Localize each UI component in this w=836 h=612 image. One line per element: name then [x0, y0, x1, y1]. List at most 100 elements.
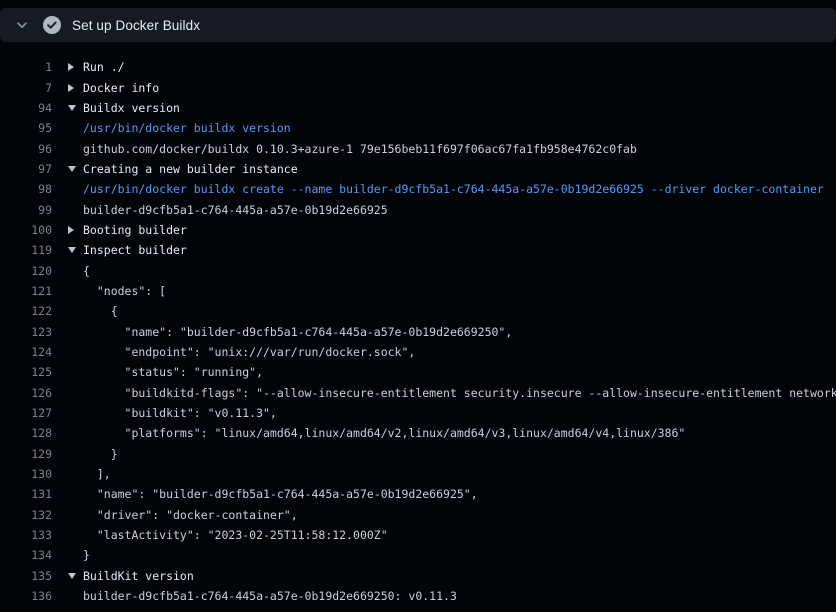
log-line: 131 "name": "builder-d9cfb5a1-c764-445a-…	[0, 484, 836, 504]
line-content: Docker info	[52, 81, 836, 95]
output-text: "buildkit": "v0.11.3",	[83, 406, 277, 420]
log-group-row[interactable]: 100 Booting builder	[0, 220, 836, 240]
log-group-row[interactable]: 1 Run ./	[0, 57, 836, 77]
line-content: "status": "running",	[52, 365, 836, 379]
output-text: }	[83, 548, 90, 562]
log-line: 96github.com/docker/buildx 0.10.3+azure-…	[0, 138, 836, 158]
line-number[interactable]: 128	[0, 426, 52, 440]
log-line: 98/usr/bin/docker buildx create --name b…	[0, 179, 836, 199]
line-number[interactable]: 136	[0, 589, 52, 603]
line-number[interactable]: 134	[0, 548, 52, 562]
line-number[interactable]: 119	[0, 243, 52, 257]
line-number[interactable]: 129	[0, 447, 52, 461]
log-group-row[interactable]: 119 Inspect builder	[0, 240, 836, 260]
group-title: Run ./	[83, 60, 125, 74]
log-line: 127 "buildkit": "v0.11.3",	[0, 403, 836, 423]
group-title: Inspect builder	[83, 243, 187, 257]
line-number[interactable]: 122	[0, 304, 52, 318]
step-title: Set up Docker Buildx	[72, 18, 200, 33]
output-text: "lastActivity": "2023-02-25T11:58:12.000…	[83, 528, 388, 542]
triangle-expanded-icon[interactable]	[68, 247, 76, 253]
line-content: /usr/bin/docker buildx version	[52, 121, 836, 135]
log-group-row[interactable]: 135 BuildKit version	[0, 566, 836, 586]
line-content: {	[52, 264, 836, 278]
output-text: "driver": "docker-container",	[83, 508, 298, 522]
line-content: builder-d9cfb5a1-c764-445a-a57e-0b19d2e6…	[52, 589, 836, 603]
log-line: 95/usr/bin/docker buildx version	[0, 118, 836, 138]
line-number[interactable]: 135	[0, 569, 52, 583]
line-number[interactable]: 99	[0, 203, 52, 217]
line-number[interactable]: 94	[0, 101, 52, 115]
line-number[interactable]: 126	[0, 386, 52, 400]
triangle-expanded-icon[interactable]	[68, 166, 76, 172]
output-text: "endpoint": "unix:///var/run/docker.sock…	[83, 345, 415, 359]
group-title: Buildx version	[83, 101, 180, 115]
triangle-collapsed-icon[interactable]	[68, 226, 74, 234]
line-content: "buildkitd-flags": "--allow-insecure-ent…	[52, 386, 836, 400]
line-number[interactable]: 95	[0, 121, 52, 135]
output-text: "buildkitd-flags": "--allow-insecure-ent…	[83, 386, 836, 400]
line-number[interactable]: 125	[0, 365, 52, 379]
group-toggle[interactable]	[68, 84, 83, 92]
line-content: "lastActivity": "2023-02-25T11:58:12.000…	[52, 528, 836, 542]
line-content: Inspect builder	[52, 243, 836, 257]
log-line: 121 "nodes": [	[0, 281, 836, 301]
triangle-collapsed-icon[interactable]	[68, 84, 74, 92]
line-content: {	[52, 304, 836, 318]
log-group-row[interactable]: 7 Docker info	[0, 77, 836, 97]
line-number[interactable]: 127	[0, 406, 52, 420]
group-toggle[interactable]	[68, 166, 83, 172]
line-number[interactable]: 96	[0, 142, 52, 156]
group-toggle[interactable]	[68, 247, 83, 253]
line-content: "nodes": [	[52, 284, 836, 298]
output-text: {	[83, 264, 90, 278]
group-title: Docker info	[83, 81, 159, 95]
log-line: 134}	[0, 545, 836, 565]
line-content: "buildkit": "v0.11.3",	[52, 406, 836, 420]
line-content: }	[52, 548, 836, 562]
group-title: Booting builder	[83, 223, 187, 237]
line-number[interactable]: 130	[0, 467, 52, 481]
log-group-row[interactable]: 97Creating a new builder instance	[0, 159, 836, 179]
line-content: "endpoint": "unix:///var/run/docker.sock…	[52, 345, 836, 359]
line-number[interactable]: 97	[0, 162, 52, 176]
log-line: 120 {	[0, 260, 836, 280]
triangle-expanded-icon[interactable]	[68, 573, 76, 579]
line-number[interactable]: 120	[0, 264, 52, 278]
log-line: 129 }	[0, 444, 836, 464]
line-number[interactable]: 133	[0, 528, 52, 542]
step-header[interactable]: Set up Docker Buildx	[0, 8, 836, 42]
line-number[interactable]: 132	[0, 508, 52, 522]
triangle-collapsed-icon[interactable]	[68, 63, 74, 71]
log-line: 99 builder-d9cfb5a1-c764-445a-a57e-0b19d2…	[0, 199, 836, 219]
line-content: "name": "builder-d9cfb5a1-c764-445a-a57e…	[52, 325, 836, 339]
group-title: BuildKit version	[83, 569, 194, 583]
log-group-row[interactable]: 94 Buildx version	[0, 98, 836, 118]
output-text: builder-d9cfb5a1-c764-445a-a57e-0b19d2e6…	[83, 203, 388, 217]
log-line: 133 "lastActivity": "2023-02-25T11:58:12…	[0, 525, 836, 545]
line-content: "driver": "docker-container",	[52, 508, 836, 522]
group-toggle[interactable]	[68, 226, 83, 234]
group-toggle[interactable]	[68, 63, 83, 71]
line-content: github.com/docker/buildx 0.10.3+azure-1 …	[52, 142, 836, 156]
command-text: /usr/bin/docker buildx create --name bui…	[83, 182, 824, 196]
line-number[interactable]: 124	[0, 345, 52, 359]
line-content: Run ./	[52, 60, 836, 74]
log-line: 125 "status": "running",	[0, 362, 836, 382]
group-toggle[interactable]	[68, 573, 83, 579]
log-line: 124 "endpoint": "unix:///var/run/docker.…	[0, 342, 836, 362]
chevron-down-icon[interactable]	[14, 17, 30, 33]
line-number[interactable]: 121	[0, 284, 52, 298]
group-toggle[interactable]	[68, 105, 83, 111]
line-content: "name": "builder-d9cfb5a1-c764-445a-a57e…	[52, 487, 836, 501]
log-viewer: 1 Run ./ 7 Docker info 94 Buildx version 95/us…	[0, 42, 836, 606]
log-line: 126 "buildkitd-flags": "--allow-insecure…	[0, 383, 836, 403]
line-number[interactable]: 7	[0, 81, 52, 95]
line-number[interactable]: 131	[0, 487, 52, 501]
triangle-expanded-icon[interactable]	[68, 105, 76, 111]
command-text: /usr/bin/docker buildx version	[83, 121, 291, 135]
line-number[interactable]: 123	[0, 325, 52, 339]
line-number[interactable]: 1	[0, 60, 52, 74]
line-number[interactable]: 100	[0, 223, 52, 237]
line-number[interactable]: 98	[0, 182, 52, 196]
